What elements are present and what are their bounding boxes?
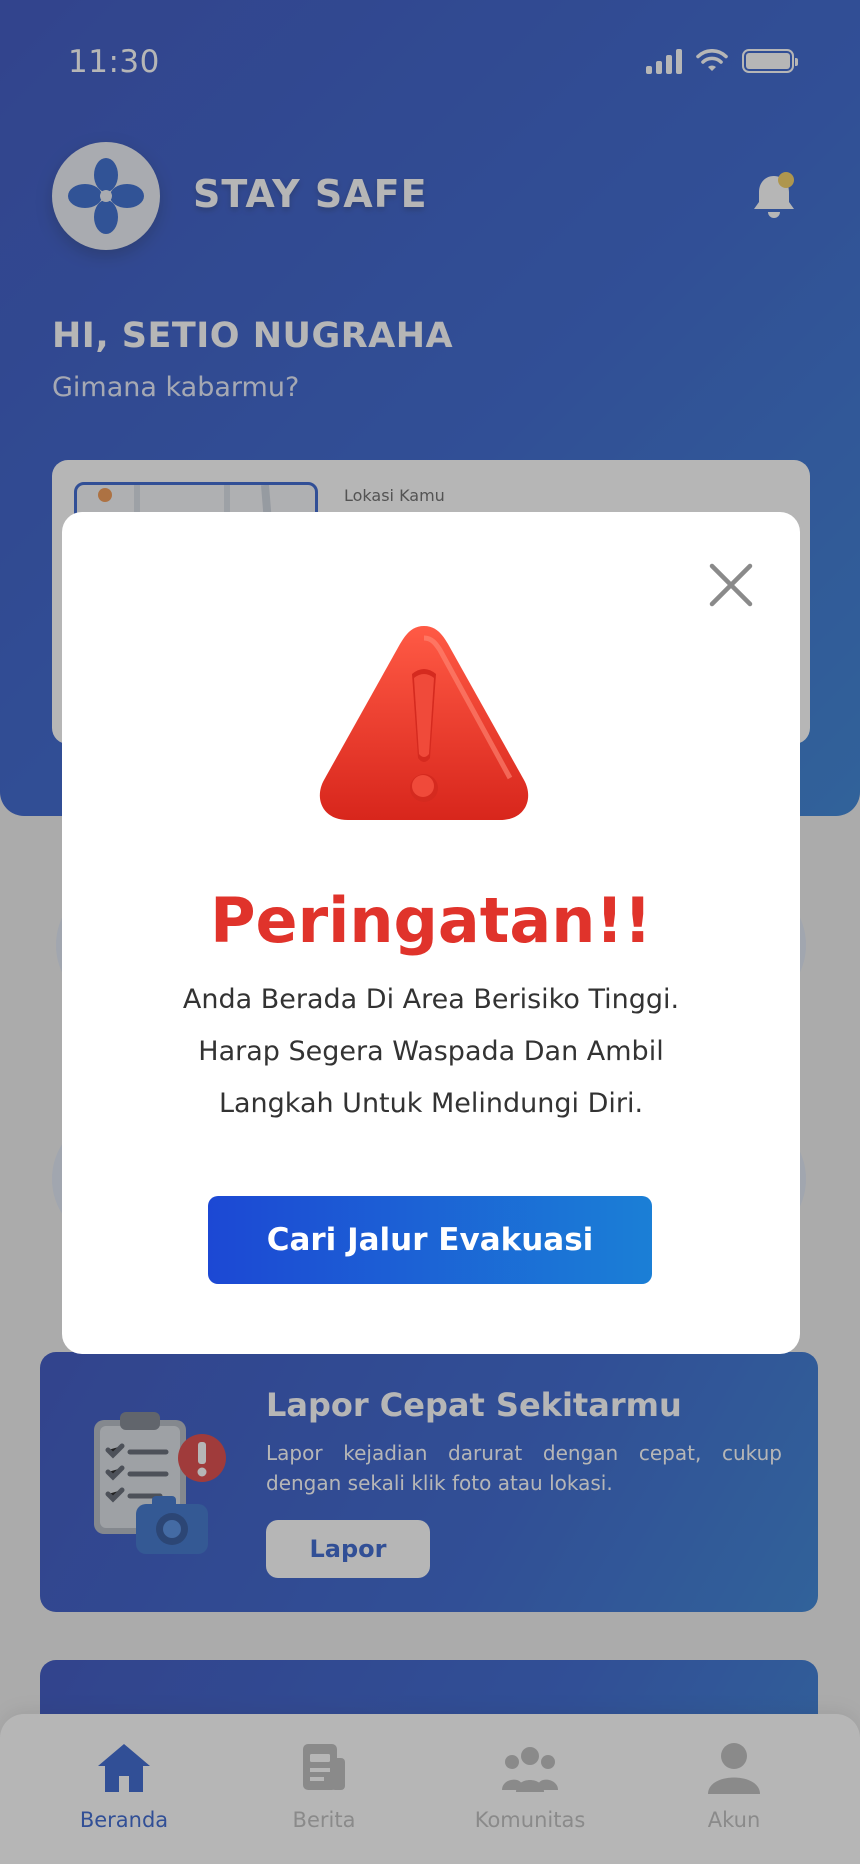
close-button[interactable] xyxy=(708,562,754,608)
dialog-title: Peringatan!! xyxy=(210,884,652,957)
dialog-message: Anda Berada Di Area Berisiko Tinggi. Har… xyxy=(122,974,740,1130)
warning-dialog: Peringatan!! Anda Berada Di Area Berisik… xyxy=(62,512,800,1354)
dialog-message-line: Anda Berada Di Area Berisiko Tinggi. xyxy=(182,984,680,1015)
dialog-message-line: Langkah Untuk Melindungi Diri. xyxy=(218,1088,644,1119)
dialog-message-line: Harap Segera Waspada Dan Ambil xyxy=(198,1036,664,1067)
warning-icon xyxy=(319,626,529,820)
close-icon xyxy=(709,563,753,607)
find-evacuation-route-button[interactable]: Cari Jalur Evakuasi xyxy=(208,1196,652,1284)
app-screen: 11:30 STAY SAFE HI, SETIO NUGRAHA Gimana… xyxy=(0,0,860,1864)
